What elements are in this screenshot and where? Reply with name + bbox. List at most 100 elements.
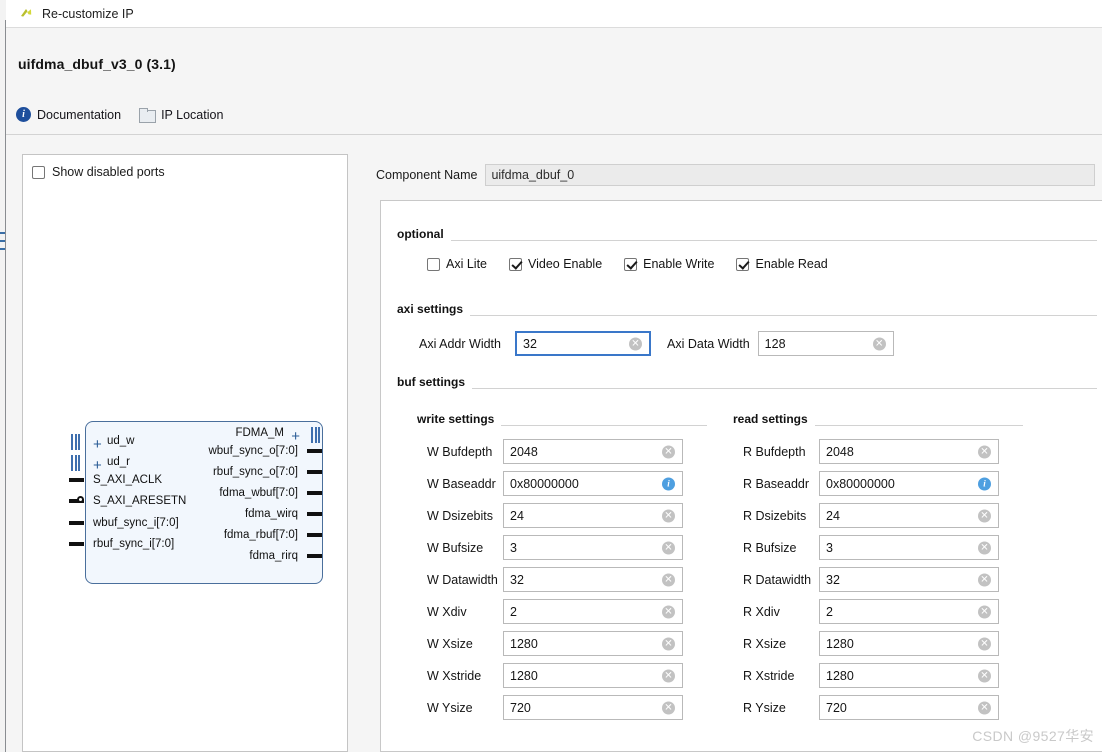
clear-icon[interactable]: ✕	[662, 605, 675, 618]
group-title-read-settings: read settings	[733, 412, 815, 426]
write-field-label-6: W Xsize	[427, 637, 503, 651]
read-field-input-1[interactable]: 0x80000000 i	[819, 471, 999, 496]
write-field-row-5: W Xdiv2✕	[427, 599, 683, 624]
read-field-input-2[interactable]: 24✕	[819, 503, 999, 528]
read-field-input-7[interactable]: 1280✕	[819, 663, 999, 688]
read-field-input-4[interactable]: 32✕	[819, 567, 999, 592]
read-field-row-5: R Xdiv2✕	[743, 599, 999, 624]
info-icon: i	[16, 107, 31, 122]
expand-plus-icon[interactable]: +	[291, 432, 300, 442]
clear-icon[interactable]: ✕	[662, 541, 675, 554]
clear-icon[interactable]: ✕	[662, 445, 675, 458]
video-enable-checkbox[interactable]	[509, 258, 522, 271]
clear-icon[interactable]: ✕	[978, 541, 991, 554]
show-disabled-ports-row[interactable]: Show disabled ports	[32, 165, 165, 179]
clear-icon[interactable]: ✕	[978, 637, 991, 650]
axi-addr-width-input[interactable]: 32 ✕	[515, 331, 651, 356]
bus-connector-fdma-m	[311, 427, 320, 443]
ip-location-link[interactable]: IP Location	[139, 108, 223, 122]
read-field-input-0[interactable]: 2048✕	[819, 439, 999, 464]
clear-icon[interactable]: ✕	[662, 509, 675, 522]
hint-icon[interactable]: i	[978, 477, 991, 490]
write-field-label-8: W Ysize	[427, 701, 503, 715]
axi-addr-width-label: Axi Addr Width	[419, 337, 511, 351]
port-label-wbuf-sync-i: wbuf_sync_i[7:0]	[93, 518, 179, 529]
clear-icon[interactable]: ✕	[978, 605, 991, 618]
write-field-input-7[interactable]: 1280✕	[503, 663, 683, 688]
pin-fdma-rirq	[307, 554, 322, 558]
pin-fdma-wirq	[307, 512, 322, 516]
pin-fdma-rbuf	[307, 533, 322, 537]
read-field-input-5[interactable]: 2✕	[819, 599, 999, 624]
write-field-input-1[interactable]: 0x80000000i	[503, 471, 683, 496]
read-field-input-8[interactable]: 720✕	[819, 695, 999, 720]
group-title-write-settings: write settings	[417, 412, 501, 426]
axi-data-width-input[interactable]: 128 ✕	[758, 331, 894, 356]
inverted-pin-bubble-icon	[77, 496, 84, 503]
write-field-label-2: W Dsizebits	[427, 509, 503, 523]
edge-tick-mark	[0, 248, 5, 250]
axi-lite-checkbox[interactable]	[427, 258, 440, 271]
expand-plus-icon[interactable]: +	[93, 461, 102, 471]
group-title-optional: optional	[397, 227, 451, 241]
axi-lite-checkbox-group[interactable]: Axi Lite	[427, 257, 487, 271]
read-field-input-3[interactable]: 3✕	[819, 535, 999, 560]
port-label-fdma-wirq: fdma_wirq	[245, 509, 298, 520]
write-field-input-5[interactable]: 2✕	[503, 599, 683, 624]
clear-icon[interactable]: ✕	[662, 669, 675, 682]
read-field-value-1: 0x80000000	[826, 477, 895, 491]
clear-icon[interactable]: ✕	[662, 701, 675, 714]
enable-write-checkbox[interactable]	[624, 258, 637, 271]
hint-icon[interactable]: i	[662, 477, 675, 490]
write-field-input-2[interactable]: 24✕	[503, 503, 683, 528]
write-field-input-0[interactable]: 2048✕	[503, 439, 683, 464]
enable-read-label: Enable Read	[755, 257, 827, 271]
show-disabled-ports-checkbox[interactable]	[32, 166, 45, 179]
video-enable-checkbox-group[interactable]: Video Enable	[509, 257, 602, 271]
settings-container: optional Axi Lite Video Enable Enable Wr…	[380, 200, 1102, 752]
write-field-input-4[interactable]: 32✕	[503, 567, 683, 592]
component-name-input[interactable]: uifdma_dbuf_0	[485, 164, 1095, 186]
expand-plus-icon[interactable]: +	[93, 440, 102, 450]
clear-icon[interactable]: ✕	[662, 637, 675, 650]
axi-lite-label: Axi Lite	[446, 257, 487, 271]
clear-icon[interactable]: ✕	[978, 509, 991, 522]
read-field-label-0: R Bufdepth	[743, 445, 819, 459]
port-label-s-axi-aclk: S_AXI_ACLK	[93, 475, 162, 486]
clear-icon[interactable]: ✕	[873, 337, 886, 350]
read-field-input-6[interactable]: 1280✕	[819, 631, 999, 656]
clear-icon[interactable]: ✕	[978, 669, 991, 682]
write-field-input-3[interactable]: 3✕	[503, 535, 683, 560]
enable-write-checkbox-group[interactable]: Enable Write	[624, 257, 714, 271]
bus-connector-ud-r	[71, 455, 80, 471]
clear-icon[interactable]: ✕	[978, 701, 991, 714]
write-field-row-1: W Baseaddr0x80000000i	[427, 471, 683, 496]
group-rule-axi-settings	[397, 315, 1097, 316]
enable-read-checkbox[interactable]	[736, 258, 749, 271]
clear-icon[interactable]: ✕	[629, 337, 642, 350]
pin-wbuf-sync-o	[307, 449, 322, 453]
write-field-row-4: W Datawidth32✕	[427, 567, 683, 592]
write-field-label-7: W Xstride	[427, 669, 503, 683]
write-field-input-6[interactable]: 1280✕	[503, 631, 683, 656]
port-label-fdma-m: FDMA_M	[235, 428, 284, 439]
port-label-s-axi-aresetn: S_AXI_ARESETN	[93, 496, 186, 507]
clear-icon[interactable]: ✕	[978, 445, 991, 458]
write-field-input-8[interactable]: 720✕	[503, 695, 683, 720]
read-field-label-3: R Bufsize	[743, 541, 819, 555]
component-name-label: Component Name	[376, 168, 477, 182]
write-field-row-6: W Xsize1280✕	[427, 631, 683, 656]
read-field-row-0: R Bufdepth2048✕	[743, 439, 999, 464]
ip-symbol-diagram: + ud_w + ud_r S_AXI_ACLK S_AXI_ARESETN w…	[63, 413, 328, 593]
title-bar: Re-customize IP	[6, 0, 1102, 28]
read-field-label-4: R Datawidth	[743, 573, 819, 587]
write-field-value-3: 3	[510, 541, 517, 555]
write-field-label-1: W Baseaddr	[427, 477, 503, 491]
clear-icon[interactable]: ✕	[662, 573, 675, 586]
documentation-link[interactable]: i Documentation	[16, 107, 121, 122]
enable-read-checkbox-group[interactable]: Enable Read	[736, 257, 827, 271]
body-area: Show disabled ports + ud_w + ud_r S_AXI_…	[6, 136, 1102, 752]
pin-s-axi-aclk	[69, 478, 84, 482]
clear-icon[interactable]: ✕	[978, 573, 991, 586]
port-label-fdma-rbuf: fdma_rbuf[7:0]	[224, 530, 298, 541]
